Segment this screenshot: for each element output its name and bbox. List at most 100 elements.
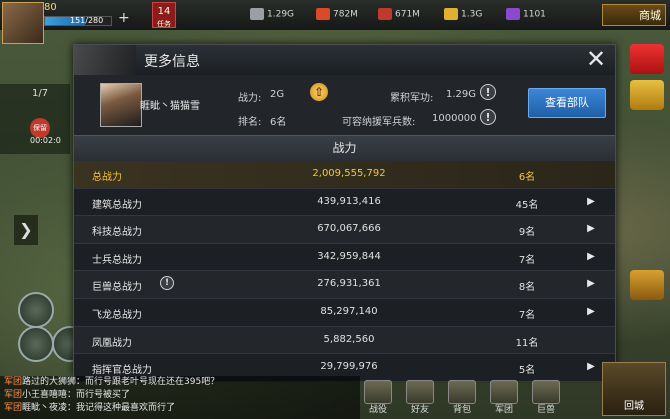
power-row[interactable]: 科技总战力 670,067,666 9名 ▶ xyxy=(74,216,615,244)
play-arrow-icon[interactable]: ▶ xyxy=(584,277,598,291)
legion-icon xyxy=(490,380,518,404)
dialog-title: 更多信息 xyxy=(144,54,200,70)
vip-level: 80 xyxy=(44,2,57,13)
merit-info-icon[interactable]: ! xyxy=(480,84,496,100)
resource-gold-bar[interactable]: 1.3G xyxy=(444,8,482,20)
nav-label: 巨兽 xyxy=(536,405,555,415)
campaign-icon xyxy=(364,380,392,404)
power-label: 战力: xyxy=(238,93,262,104)
resource-steel[interactable]: 1.29G xyxy=(250,8,294,20)
player-info-panel: 睚眦丶猫猫雪 战力: 2G ⇧ 排名: 6名 累积军功: 1.29G ! 可容纳… xyxy=(74,75,615,135)
event-icon[interactable] xyxy=(630,44,664,74)
shop-button[interactable]: 商城 xyxy=(602,4,666,26)
power-value: 2G xyxy=(270,89,285,100)
play-arrow-icon[interactable]: ▶ xyxy=(584,360,598,374)
power-row-name: 建筑总战力 xyxy=(92,199,142,211)
power-row-rank: 5名 xyxy=(518,365,536,377)
chat-channel-tag: 军团 xyxy=(4,403,23,413)
power-row-value: 342,959,844 xyxy=(317,250,381,262)
power-row[interactable]: 飞龙总战力 85,297,140 7名 ▶ xyxy=(74,298,615,327)
chat-text: 路过的大狮狮：而行号跟老叶号现在还在395吧？ xyxy=(22,377,220,387)
rank-value: 6名 xyxy=(270,117,287,128)
power-row: 总战力 2,009,555,792 6名 xyxy=(74,161,615,189)
crown-icon[interactable] xyxy=(630,270,664,300)
quest-badge-label: 任务 xyxy=(157,20,171,28)
resource-value: 1.3G xyxy=(461,9,483,20)
dialog-header: 更多信息 ✕ xyxy=(74,45,615,76)
chat-panel[interactable]: 军团路过的大狮狮：而行号跟老叶号现在还在395吧？ 军团小王喜嘻嘻：而行号被买了军… xyxy=(0,376,360,419)
chat-message: 军团路过的大狮狮：而行号跟老叶号现在还在395吧？ xyxy=(0,376,360,389)
add-stamina-icon[interactable]: + xyxy=(118,10,130,26)
view-troops-button[interactable]: 查看部队 xyxy=(528,88,606,118)
merit-label: 累积军功: xyxy=(390,93,434,104)
stamina-text: 151/280 xyxy=(70,16,104,25)
power-row[interactable]: 巨兽总战力 276,931,361 8名! ▶ xyxy=(74,271,615,299)
power-row-name: 科技总战力 xyxy=(92,227,142,239)
power-row: 凤凰战力 5,882,560 11名 xyxy=(74,326,615,355)
chat-text: 小王喜嘻嘻：而行号被买了 xyxy=(22,390,131,400)
power-row-name: 总战力 xyxy=(92,172,122,183)
chat-text: 睚眦丶夜凌：我记得这种最喜欢而行了 xyxy=(22,403,176,413)
power-row-value: 276,931,361 xyxy=(317,278,381,290)
power-row-rank: 8名 xyxy=(518,282,536,294)
quest-badge-count: 14 xyxy=(157,6,171,17)
event-timer: 00:02:0 xyxy=(30,136,61,145)
power-row-rank: 45名 xyxy=(515,199,539,211)
nav-beast[interactable]: 巨兽 xyxy=(526,380,566,416)
reinforce-info-icon[interactable]: ! xyxy=(480,109,496,125)
chat-channel-tag: 军团 xyxy=(4,390,23,400)
power-up-icon[interactable]: ⇧ xyxy=(310,83,328,101)
power-row-rank: 7名 xyxy=(518,254,536,266)
friends-icon xyxy=(406,380,434,404)
chat-message: 军团睚眦丶夜凌：我记得这种最喜欢而行了 xyxy=(0,402,360,415)
power-row-name: 巨兽总战力 xyxy=(92,282,142,294)
close-icon[interactable]: ✕ xyxy=(583,47,609,73)
power-row-name: 指挥官总战力 xyxy=(92,365,152,377)
power-row-rank: 11名 xyxy=(515,337,539,349)
return-city-button[interactable]: 回城 xyxy=(602,362,666,416)
radar-icon[interactable] xyxy=(18,292,54,328)
power-row-name: 凤凰战力 xyxy=(92,337,132,349)
resource-diamond[interactable]: 1101 xyxy=(506,8,546,20)
power-row-value: 29,799,976 xyxy=(320,361,378,373)
nav-legion[interactable]: 军团 xyxy=(484,380,524,416)
event-status-badge: 保留 xyxy=(30,118,50,138)
power-row-value: 5,882,560 xyxy=(323,333,375,345)
power-row-rank: 7名 xyxy=(518,309,536,321)
power-table: 总战力 2,009,555,792 6名 建筑总战力 439,913,416 45名 ▶ 科技… xyxy=(74,161,615,382)
quest-badge[interactable]: 14 任务 xyxy=(152,2,176,28)
gold-bar-icon xyxy=(444,8,458,20)
power-row-name: 飞龙总战力 xyxy=(92,309,142,321)
power-row-name: 士兵总战力 xyxy=(92,254,142,266)
resource-value: 1.29G xyxy=(267,9,295,20)
diamond-icon xyxy=(506,8,520,20)
resource-value: 782M xyxy=(333,9,358,20)
power-row[interactable]: 建筑总战力 439,913,416 45名 ▶ xyxy=(74,188,615,217)
play-arrow-icon[interactable]: ▶ xyxy=(584,222,598,236)
reinforce-label: 可容纳援军兵数: xyxy=(342,117,416,128)
map-pin-icon[interactable] xyxy=(18,326,54,362)
nav-label: 军团 xyxy=(494,405,513,415)
player-avatar[interactable] xyxy=(2,2,44,44)
play-arrow-icon[interactable]: ▶ xyxy=(584,250,598,264)
resource-food[interactable]: 782M xyxy=(316,8,358,20)
gift-box-icon[interactable] xyxy=(630,80,664,110)
chat-message: 军团小王喜嘻嘻：而行号被买了 xyxy=(0,389,360,402)
nav-friends[interactable]: 好友 xyxy=(400,380,440,416)
power-row[interactable]: 士兵总战力 342,959,844 7名 ▶ xyxy=(74,243,615,272)
power-row-rank: 6名 xyxy=(518,172,536,183)
nav-campaign[interactable]: 战役 xyxy=(358,380,398,416)
header-decoration xyxy=(74,45,136,75)
power-row-value: 2,009,555,792 xyxy=(312,168,386,179)
resource-gift[interactable]: 671M xyxy=(378,8,420,20)
collapse-arrow-icon[interactable]: ❯ xyxy=(14,215,38,245)
food-icon xyxy=(316,8,330,20)
power-row-value: 670,067,666 xyxy=(317,223,381,235)
nav-label: 好友 xyxy=(410,405,429,415)
play-arrow-icon[interactable]: ▶ xyxy=(584,195,598,209)
nav-bag[interactable]: 背包 xyxy=(442,380,482,416)
shop-label: 商城 xyxy=(639,9,661,22)
play-arrow-icon[interactable]: ▶ xyxy=(584,305,598,319)
info-icon[interactable]: ! xyxy=(160,276,174,291)
resource-value: 671M xyxy=(395,9,420,20)
